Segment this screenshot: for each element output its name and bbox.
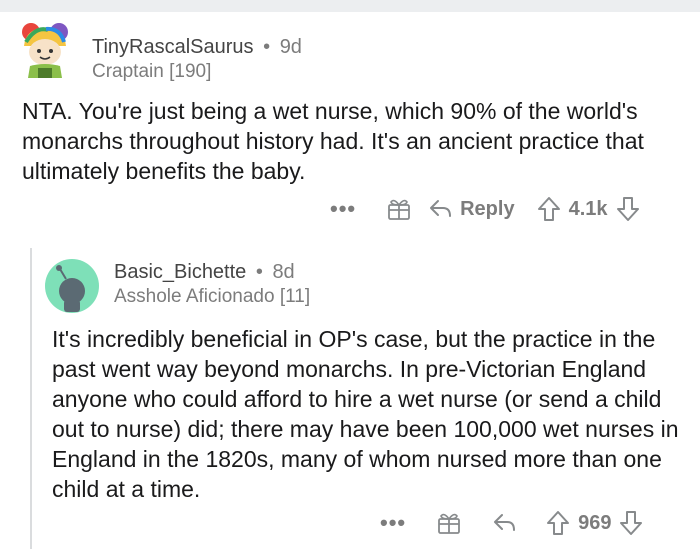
reply-button[interactable]: Reply [460, 198, 514, 221]
comment2-body: It's incredibly beneficial in OP's case,… [52, 326, 679, 502]
downvote-icon[interactable] [619, 510, 643, 536]
comment1-header: TinyRascalSaurus • 9d [92, 36, 302, 59]
upvote-icon[interactable] [546, 510, 570, 536]
comment1-age: 9d [279, 36, 302, 58]
comment1-username[interactable]: TinyRascalSaurus [92, 36, 254, 58]
more-options-button[interactable]: ••• [330, 196, 356, 222]
separator: • [255, 261, 263, 283]
comment1-body: NTA. You're just being a wet nurse, whic… [22, 98, 644, 184]
comment2-score: 969 [578, 511, 612, 534]
award-icon[interactable] [386, 196, 412, 222]
award-icon[interactable] [436, 510, 462, 536]
user-avatar-icon[interactable] [44, 258, 100, 314]
comment1-actions: ••• Reply 4.1k [330, 196, 640, 222]
top-strip [0, 0, 700, 12]
thread-line[interactable] [30, 248, 32, 549]
reply-icon[interactable] [428, 198, 454, 220]
comment2-age: 8d [272, 261, 295, 283]
more-options-button[interactable]: ••• [380, 510, 406, 536]
comment1-score: 4.1k [568, 197, 608, 220]
comment2-actions: ••• 969 [380, 510, 643, 536]
user-avatar-icon[interactable] [18, 22, 72, 80]
comment2-flair: Asshole Aficionado [11] [114, 286, 311, 307]
comment2-username[interactable]: Basic_Bichette [114, 261, 246, 283]
comment2-header: Basic_Bichette • 8d [114, 261, 295, 284]
separator: • [263, 36, 271, 58]
reply-icon[interactable] [492, 512, 518, 534]
comment1-flair: Craptain [190] [92, 61, 212, 82]
upvote-icon[interactable] [537, 196, 561, 222]
downvote-icon[interactable] [616, 196, 640, 222]
